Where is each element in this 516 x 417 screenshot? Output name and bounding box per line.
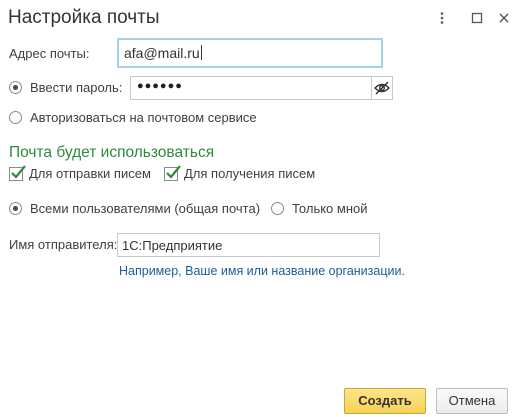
create-button[interactable]: Создать (344, 388, 426, 414)
maximize-icon[interactable] (469, 10, 485, 26)
window-title: Настройка почты (8, 7, 160, 28)
only-me-label: Только мной (292, 201, 368, 216)
all-users-label: Всеми пользователями (общая почта) (30, 201, 261, 216)
sender-hint: Например, Ваше имя или название организа… (119, 264, 405, 278)
checkmark-icon (166, 165, 181, 179)
sender-field[interactable]: 1С:Предприятие (117, 233, 380, 257)
send-label: Для отправки писем (29, 166, 151, 181)
email-field[interactable]: afa@mail.ru (117, 38, 383, 68)
eye-off-icon (374, 81, 390, 95)
password-field[interactable]: ●●●●●● (130, 76, 372, 100)
text-cursor (200, 45, 202, 60)
usage-section-title: Почта будет использоваться (9, 144, 215, 161)
more-vertical-icon[interactable] (434, 10, 450, 26)
service-auth-label: Авторизоваться на почтовом сервисе (30, 110, 257, 125)
only-me-radio[interactable] (271, 202, 284, 215)
send-checkbox[interactable] (9, 165, 26, 181)
cancel-button[interactable]: Отмена (436, 388, 508, 414)
close-icon[interactable] (496, 10, 512, 26)
receive-checkbox[interactable] (164, 165, 181, 181)
checkmark-icon (11, 165, 26, 179)
sender-value: 1С:Предприятие (122, 238, 223, 253)
email-label: Адрес почты: (9, 46, 90, 61)
all-users-radio[interactable] (9, 202, 22, 215)
password-value: ●●●●●● (137, 80, 183, 92)
service-auth-radio[interactable] (9, 111, 22, 124)
password-option-label: Ввести пароль: (30, 80, 123, 95)
email-value: afa@mail.ru (124, 45, 200, 61)
receive-label: Для получения писем (184, 166, 316, 181)
sender-label: Имя отправителя: (9, 237, 118, 252)
password-radio[interactable] (9, 81, 22, 94)
show-password-button[interactable] (371, 76, 393, 100)
